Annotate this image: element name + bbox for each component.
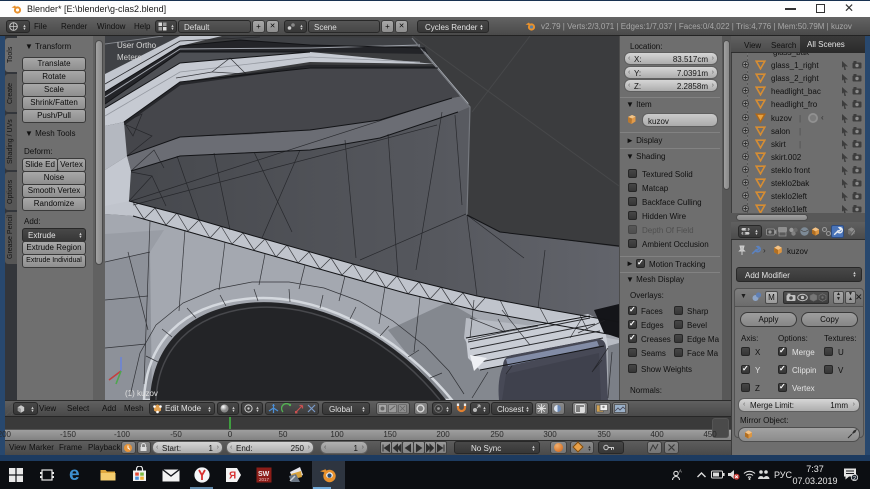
svg-text:User Ortho: User Ortho bbox=[117, 41, 157, 50]
svg-text:Я: Я bbox=[229, 471, 236, 482]
svg-text:(1) kuzov: (1) kuzov bbox=[125, 389, 158, 398]
svg-text:Meters: Meters bbox=[117, 53, 141, 62]
svg-text:ᴬ: ᴬ bbox=[678, 468, 682, 476]
svg-text:2: 2 bbox=[853, 476, 856, 481]
svg-text:2017: 2017 bbox=[259, 477, 270, 482]
